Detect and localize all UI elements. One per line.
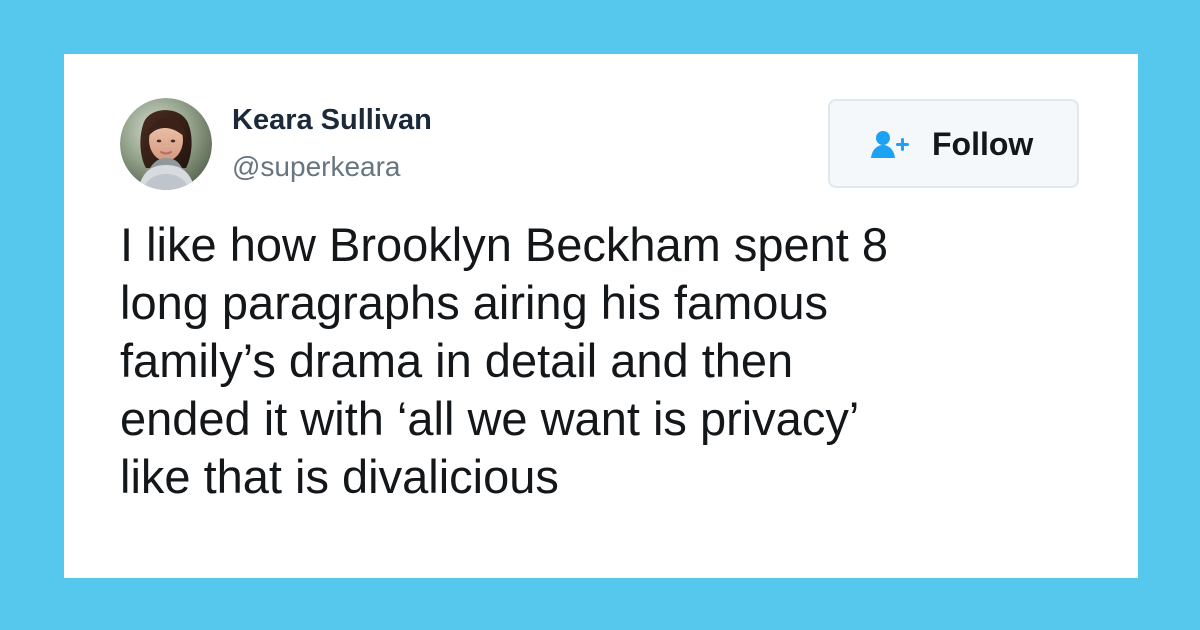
author-display-name[interactable]: Keara Sullivan (232, 103, 432, 137)
author-handle[interactable]: @superkeara (232, 150, 401, 184)
tweet-text: I like how Brooklyn Beckham spent 8 long… (120, 218, 889, 503)
image-frame: Keara Sullivan @superkeara Follow I like… (0, 0, 1200, 630)
author-avatar[interactable] (120, 98, 212, 190)
follow-button-label: Follow (932, 126, 1034, 162)
avatar-image (120, 98, 212, 190)
add-user-icon (868, 128, 916, 160)
follow-button[interactable]: Follow (828, 99, 1079, 188)
tweet-card: Keara Sullivan @superkeara Follow I like… (64, 54, 1138, 578)
